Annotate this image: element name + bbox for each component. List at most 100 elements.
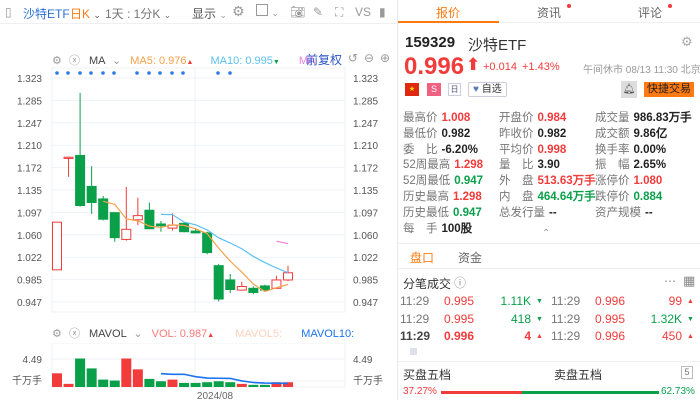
calendar-icon[interactable]: 日 xyxy=(448,83,461,96)
tick-price: 0.995 xyxy=(444,311,475,326)
mavol10-line xyxy=(160,372,289,385)
down-triangle-icon: ▼ xyxy=(536,315,543,323)
close-icon[interactable]: ⓧ xyxy=(69,328,80,340)
ma20-line xyxy=(276,240,289,245)
stat-item: 委 比 -6.20% xyxy=(403,141,478,157)
candle-body xyxy=(202,232,213,254)
volume-chart[interactable]: 4.49 千万手 4.49 千万手 2024/08 xyxy=(0,343,397,400)
stat-value: 464.64万手 xyxy=(537,191,596,203)
stat-value: 2.65% xyxy=(633,159,667,172)
more-icon[interactable]: ⋯ xyxy=(664,274,676,288)
margin-icon: S xyxy=(427,83,441,96)
bell-icon[interactable]: 🔔︎ xyxy=(621,81,637,98)
quote-panel: 报价 资讯 评论 159329 沙特ETF ⚙ 0.996 ⬆ +0.014 +… xyxy=(398,0,700,400)
active-tab-indicator xyxy=(398,21,499,23)
ticks-title: 分笔成交 xyxy=(403,277,452,291)
info-icon[interactable]: ⓘ xyxy=(454,274,466,291)
stat-value: 1.008 xyxy=(441,112,471,124)
grid-icon[interactable]: ▦ xyxy=(683,273,695,289)
mavol-selector[interactable]: MAVOL xyxy=(89,328,126,340)
tick-time: 11:29 xyxy=(551,329,581,343)
event-marker xyxy=(112,71,116,75)
volume-bar xyxy=(155,381,166,387)
candle-body xyxy=(121,228,132,240)
intraday-dropdown[interactable]: 1天 : 1分K ⌄ xyxy=(105,5,171,22)
stat-label: 每 手 xyxy=(403,222,438,235)
stat-value: 0.984 xyxy=(537,112,567,124)
separator xyxy=(398,243,700,244)
event-marker xyxy=(170,71,174,75)
tab-orderbook[interactable]: 盘口 xyxy=(410,249,434,266)
stat-item: 最低价 0.982 xyxy=(403,125,470,141)
volume-unit-label: 千万手 xyxy=(353,374,383,387)
stat-value: 1.298 xyxy=(453,191,482,203)
volume-indicator-bar: ⚙ ⓧ MAVOL ⌄ VOL: 0.987▲ MAVOL5: MAVOL10: xyxy=(52,325,354,341)
stat-label: 昨收价 xyxy=(499,127,534,140)
stat-label: 外 盘 xyxy=(499,175,534,188)
collapse-chevron-icon[interactable]: ⌃ xyxy=(542,228,550,239)
buy-depth-title: 买盘五档 xyxy=(403,368,452,382)
stat-value: 9.86亿 xyxy=(633,127,668,140)
fullscreen-icon[interactable]: ⛶ xyxy=(335,5,343,20)
x-date-label: 2024/08 xyxy=(197,391,234,400)
tick-price: 0.996 xyxy=(444,329,475,343)
vs-button[interactable]: VS xyxy=(355,5,371,19)
chevron-down-icon: ⌄ xyxy=(271,8,279,18)
stat-value: -- xyxy=(645,206,653,219)
candlestick-chart[interactable]: 1.323 1.323 1.285 1.285 1.247 1.247 1.210 1.210… xyxy=(0,66,397,316)
chart-toolbar: ▯ 沙特ETF 日K ⌄ 1天 : 1分K ⌄ 显示 ⌄ ⚙ ⌄ 📷︎ ✎ ⛶ … xyxy=(0,0,397,24)
camera-icon[interactable]: 📷︎ xyxy=(290,5,305,19)
candle-body xyxy=(236,286,247,291)
settings-icon[interactable]: ⚙ xyxy=(52,328,62,340)
zoom-in-icon[interactable]: ⊕ xyxy=(380,51,390,65)
stat-label: 委 比 xyxy=(403,143,438,156)
undo-icon[interactable]: ↺ xyxy=(348,51,358,65)
chevron-down-icon[interactable]: ⌄ xyxy=(133,328,142,340)
tab-news[interactable]: 资讯 xyxy=(537,4,572,21)
settings-icon[interactable]: ⚙ xyxy=(681,34,693,50)
watchlist-button[interactable]: ♥ 自选 xyxy=(468,82,507,97)
candle-body xyxy=(109,212,120,239)
event-marker xyxy=(66,71,70,75)
period-dropdown[interactable]: 日K ⌄ xyxy=(70,5,101,22)
settings-icon[interactable]: ⚙ xyxy=(232,3,245,20)
scroll-indicator[interactable] xyxy=(410,348,417,355)
tab-comments[interactable]: 评论 xyxy=(638,4,673,21)
display-dropdown[interactable]: 显示 ⌄ xyxy=(192,5,227,22)
stat-label: 成交额 xyxy=(595,127,630,140)
stat-value: 0.00% xyxy=(633,143,667,156)
candle-body xyxy=(75,154,86,206)
quick-trade-button[interactable]: 快捷交易 xyxy=(644,82,694,97)
tab-quote[interactable]: 报价 xyxy=(436,4,460,21)
volume-bar xyxy=(225,382,236,387)
stat-item: 振 幅 2.65% xyxy=(595,156,666,172)
y-tick-label-right: 1.285 xyxy=(353,96,378,107)
stat-label: 最高价 xyxy=(403,112,438,124)
panel-toggle-icon[interactable]: ▮ xyxy=(379,5,386,19)
y-tick-label: 1.172 xyxy=(17,164,42,175)
quote-tabs: 报价 资讯 评论 xyxy=(398,0,700,23)
chart-type-dropdown[interactable]: ⌄ xyxy=(256,4,279,19)
stat-value: -6.20% xyxy=(441,143,478,156)
volume-bar xyxy=(121,358,132,387)
candle-body xyxy=(52,221,62,271)
tab-capital[interactable]: 资金 xyxy=(458,249,482,266)
stat-label: 开盘价 xyxy=(499,112,534,124)
depth-level-button[interactable]: 5 xyxy=(681,366,693,379)
zoom-out-icon[interactable]: ⊖ xyxy=(364,51,374,65)
stat-value: 0.947 xyxy=(453,206,482,219)
tab-comments-label: 评论 xyxy=(638,6,663,20)
volume-bar xyxy=(52,373,62,387)
buy-ratio: 37.27% xyxy=(403,386,437,397)
stat-item: 平均价 0.998 xyxy=(499,141,566,157)
event-marker xyxy=(216,71,220,75)
pencil-icon[interactable]: ✎ xyxy=(313,5,323,19)
volume-tick-label: 4.49 xyxy=(23,355,43,366)
stat-value: 0.884 xyxy=(633,191,663,203)
sidebar-toggle-icon[interactable]: ▯ xyxy=(5,5,12,19)
event-marker xyxy=(101,71,105,75)
period-label: 日K xyxy=(70,7,91,21)
volume-bar xyxy=(236,383,247,387)
y-tick-label-right: 0.947 xyxy=(353,298,378,309)
stat-label: 资产规模 xyxy=(595,206,641,219)
